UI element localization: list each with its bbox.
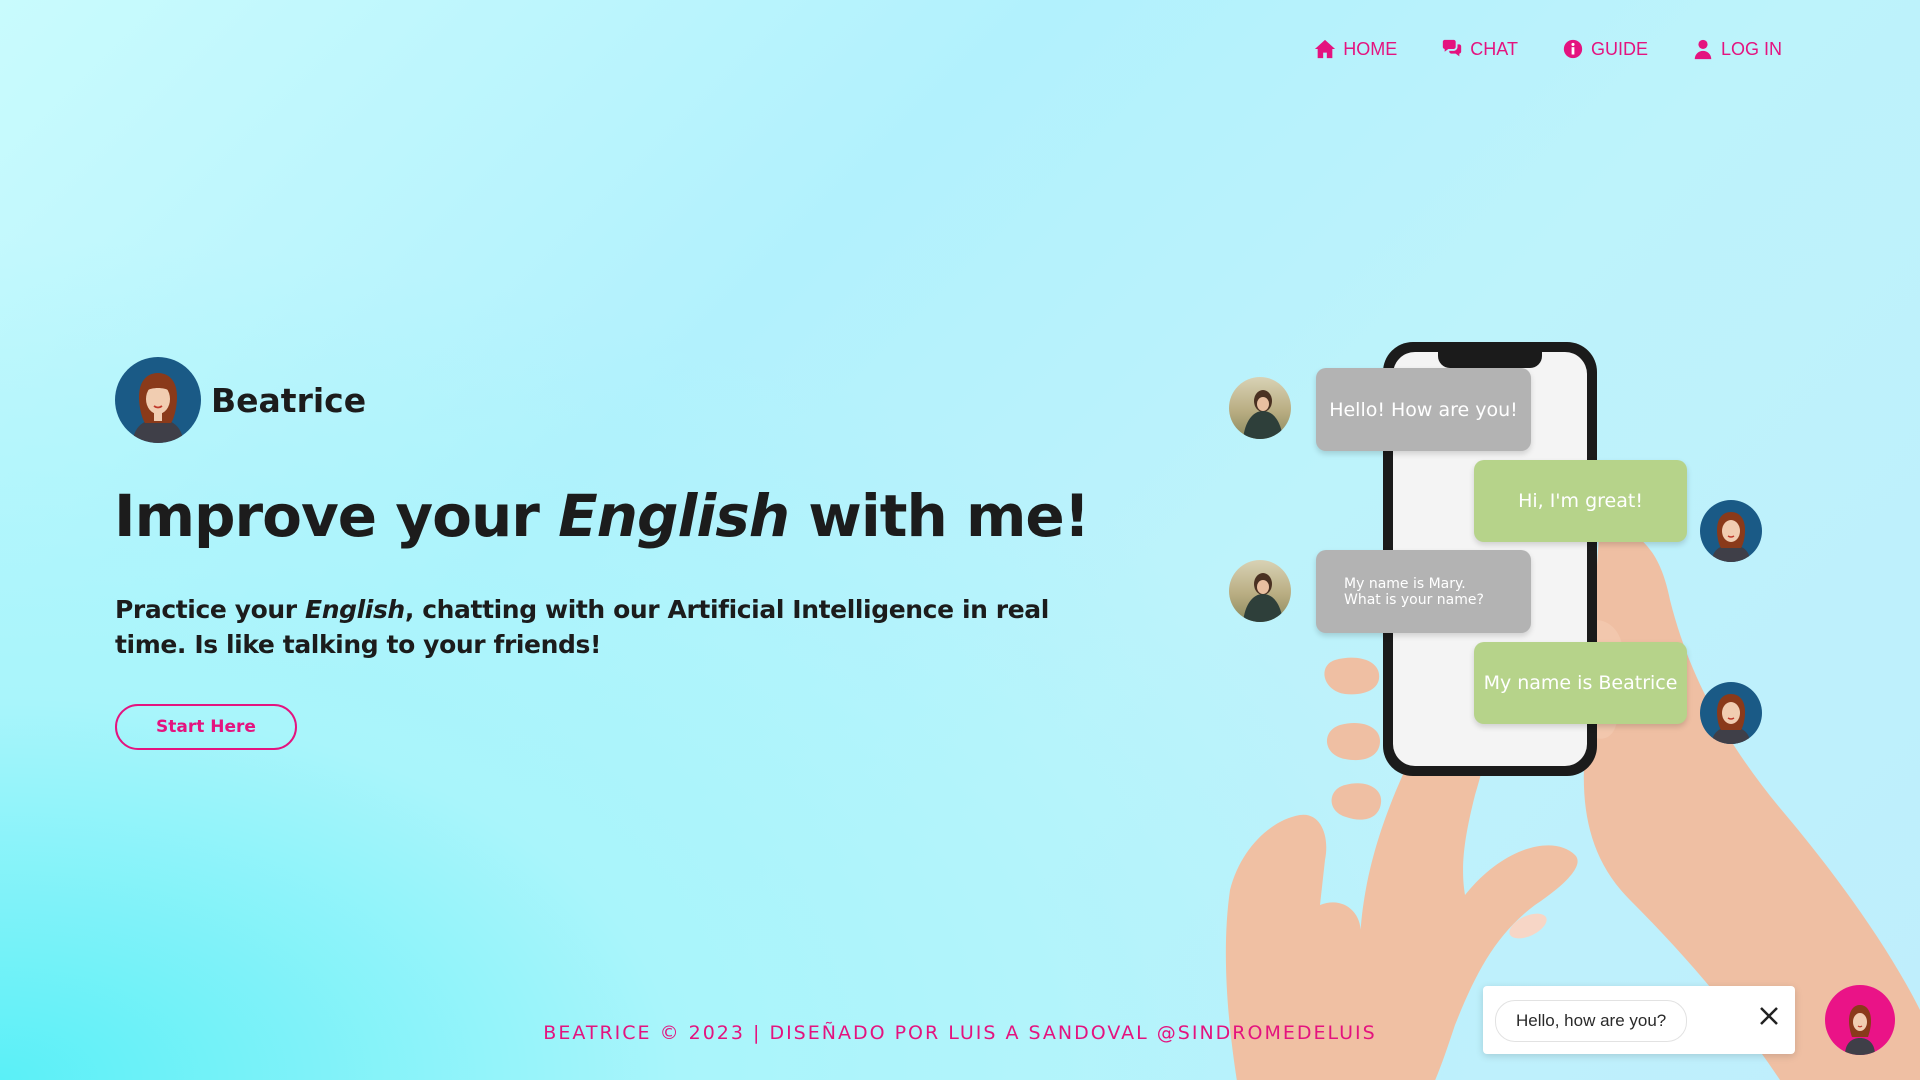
info-icon xyxy=(1563,39,1583,59)
chat-widget-message[interactable]: Hello, how are you? xyxy=(1495,1000,1688,1042)
phone-notch xyxy=(1438,350,1542,368)
nav-login-label: LOG IN xyxy=(1720,38,1782,59)
beatrice-chat-avatar-2 xyxy=(1700,682,1762,744)
nav-login[interactable]: LOG IN xyxy=(1692,38,1782,60)
nav-guide-label: GUIDE xyxy=(1590,38,1648,59)
nav-chat[interactable]: CHAT xyxy=(1441,38,1518,60)
beatrice-chat-avatar-1 xyxy=(1700,500,1762,562)
chat-bubble-3: My name is Mary. What is your name? xyxy=(1316,550,1531,633)
user-avatar xyxy=(1229,560,1291,622)
brand: Beatrice xyxy=(115,357,366,443)
beatrice-avatar xyxy=(115,357,201,443)
user-icon xyxy=(1694,39,1712,60)
close-icon[interactable] xyxy=(1757,1004,1781,1028)
chat-icon xyxy=(1443,39,1462,57)
nav-chat-label: CHAT xyxy=(1470,38,1518,59)
chat-widget-popup: Hello, how are you? xyxy=(1483,986,1795,1054)
nav-guide[interactable]: GUIDE xyxy=(1562,38,1648,60)
top-nav: HOME CHAT GUIDE LOG IN xyxy=(1314,38,1782,60)
chat-bubble-4: My name is Beatrice xyxy=(1474,642,1687,724)
start-here-button[interactable]: Start Here xyxy=(115,704,297,750)
nav-home-label: HOME xyxy=(1343,38,1398,59)
home-icon xyxy=(1315,39,1336,59)
hero-subtitle: Practice your English, chatting with our… xyxy=(115,595,1049,659)
nav-home[interactable]: HOME xyxy=(1314,38,1397,60)
chat-launcher-button[interactable] xyxy=(1825,985,1895,1055)
chat-bubble-1: Hello! How are you! xyxy=(1316,368,1531,451)
hero-title: Improve your English with me! xyxy=(114,482,1090,550)
brand-name: Beatrice xyxy=(211,380,367,420)
user-avatar xyxy=(1229,377,1291,439)
chat-bubble-2: Hi, I'm great! xyxy=(1474,460,1687,542)
